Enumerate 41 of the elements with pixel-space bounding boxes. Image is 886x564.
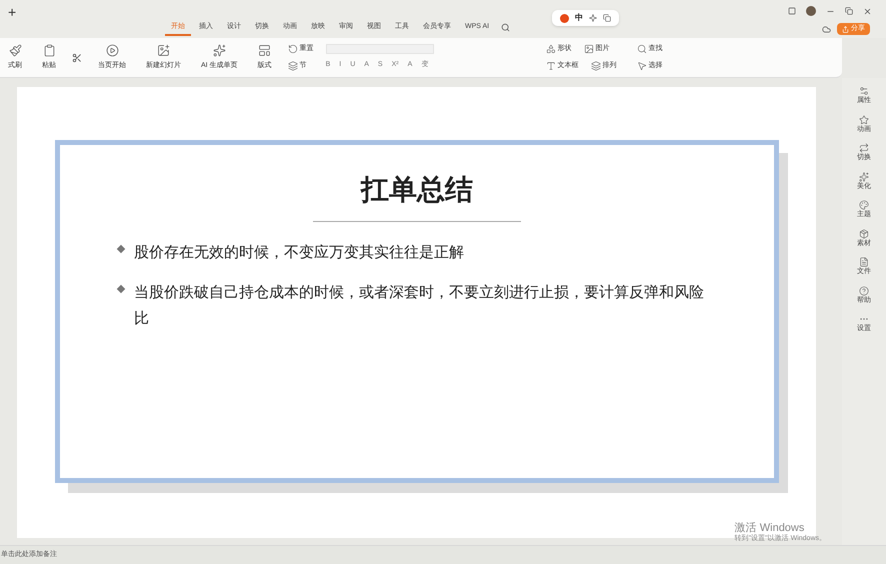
avatar[interactable] [806, 6, 816, 16]
ai-icon [212, 44, 226, 57]
input-mode[interactable]: 中 [575, 12, 583, 24]
copy-icon[interactable] [603, 14, 611, 22]
star-icon [859, 114, 869, 124]
bullet-icon [116, 284, 126, 294]
cut-icon[interactable] [72, 52, 82, 62]
close-icon[interactable] [863, 6, 872, 16]
clipboard-icon [42, 44, 56, 57]
select-icon [636, 60, 647, 71]
sparkle-icon[interactable] [589, 14, 597, 22]
paintbrush-icon [8, 44, 22, 57]
image-icon [584, 44, 594, 54]
slide-title: 扛单总结 [361, 173, 473, 207]
search-icon[interactable] [501, 23, 510, 32]
shapes-icon [546, 44, 556, 54]
arrange-icon [590, 60, 601, 71]
bullet-text: 当股价跌破自己持仓成本的时候，或者深套时，不要立刻进行止损，要计算反弹和风险比 [134, 283, 705, 329]
cloud-icon[interactable] [822, 24, 831, 34]
bullet-icon [116, 244, 126, 254]
bullet-text: 股价存在无效的时候，不变应万变其实往往是正解 [134, 243, 464, 263]
help-icon [859, 286, 869, 296]
text-box-icon [546, 60, 556, 71]
properties-icon [859, 86, 869, 96]
font-field[interactable] [326, 44, 434, 54]
sparkle-icon [859, 172, 869, 182]
share-icon [842, 26, 849, 32]
window-icon[interactable] [788, 7, 796, 15]
new-tab-button[interactable]: + [8, 2, 16, 23]
activation-title: 激活 Windows [734, 522, 806, 534]
package-icon [859, 228, 869, 238]
search-icon [636, 44, 647, 54]
palette-icon [859, 200, 869, 210]
reset-icon [288, 44, 298, 54]
section-icon [288, 60, 298, 71]
transition-icon [859, 143, 869, 153]
new-slide-icon [157, 44, 170, 57]
document-icon [859, 257, 869, 267]
layout-icon [258, 44, 272, 57]
restore-icon[interactable] [845, 7, 853, 15]
play-icon [106, 44, 118, 57]
